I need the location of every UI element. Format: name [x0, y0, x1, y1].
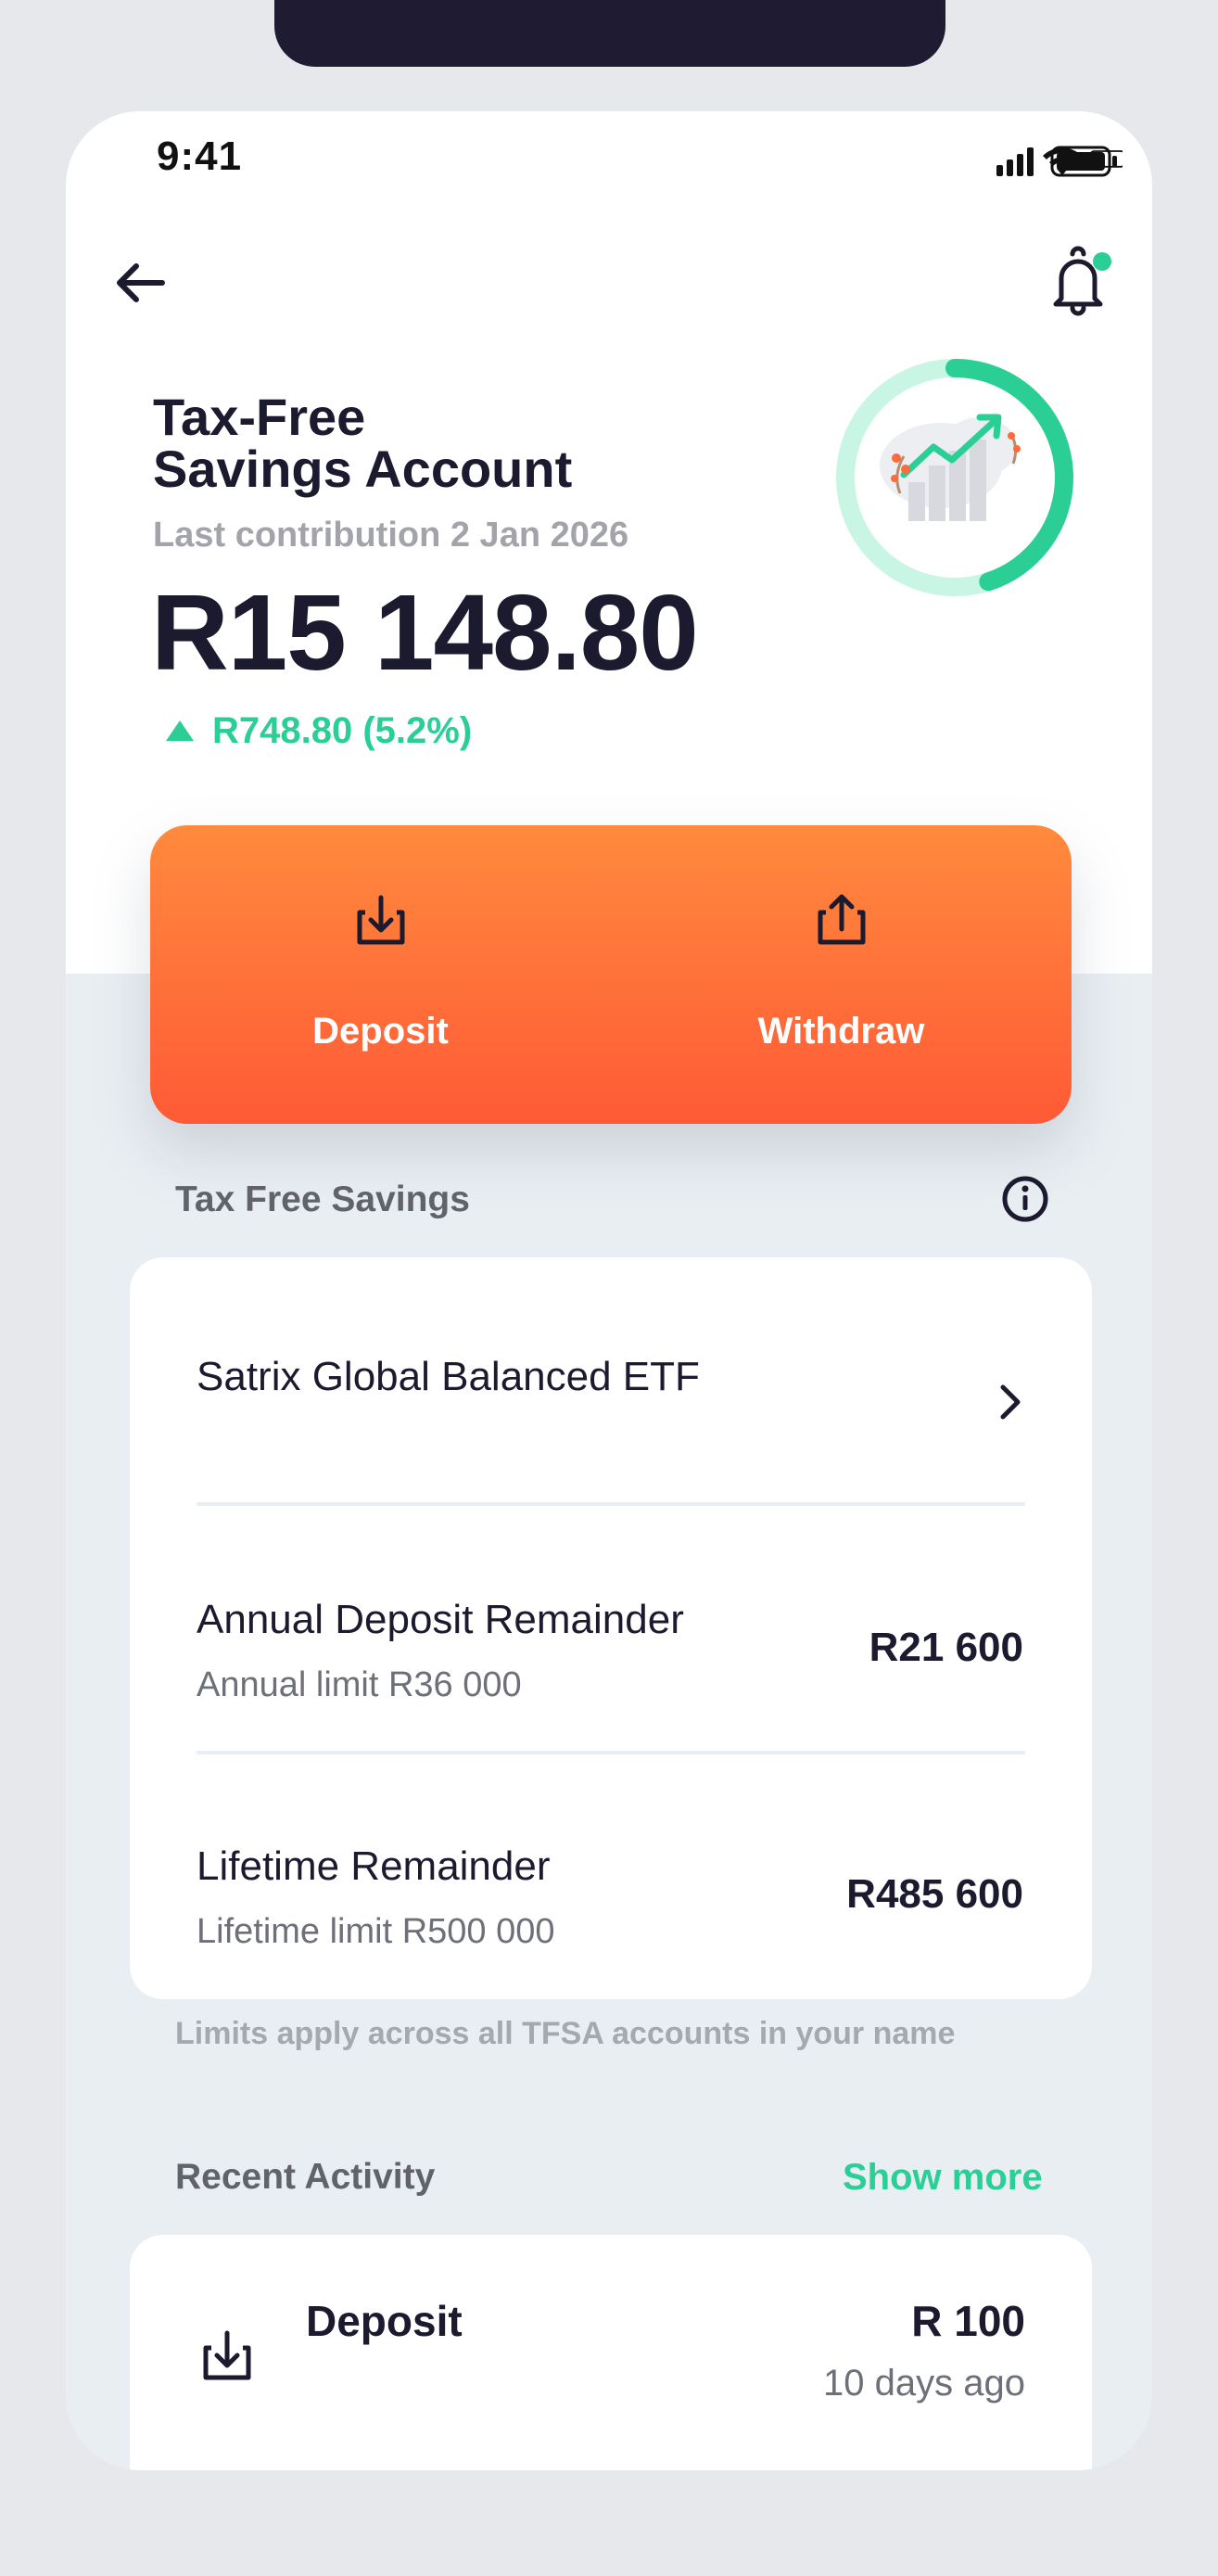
notification-dot [1093, 252, 1111, 271]
signal-icon [996, 147, 1034, 176]
deposit-button[interactable]: Deposit [150, 825, 611, 1124]
lifetime-remainder-row: Lifetime Remainder Lifetime limit R500 0… [130, 1754, 1092, 1999]
show-more-link[interactable]: Show more [843, 2157, 1043, 2199]
info-icon [1002, 1176, 1048, 1222]
back-button[interactable] [103, 246, 177, 320]
account-balance: R15 148.80 [151, 572, 699, 693]
arrow-left-icon [117, 263, 165, 302]
lifetime-limit: Lifetime limit R500 000 [197, 1912, 555, 1951]
last-contribution: Last contribution 2 Jan 2026 [153, 516, 629, 555]
balance-change-value: R748.80 (5.2%) [212, 709, 473, 751]
deposit-icon [203, 2330, 251, 2380]
status-time: 9:41 [157, 134, 243, 179]
bell-icon [1053, 246, 1111, 316]
withdraw-label: Withdraw [757, 1011, 925, 1052]
activity-title: Deposit [306, 2297, 463, 2345]
activity-card: Deposit R 100 10 days ago [130, 2235, 1092, 2470]
lifetime-remainder-amount: R485 600 [846, 1871, 1023, 1917]
phone-screen: 9:41 Tax-Free Savings Account Last contr… [66, 111, 1152, 2470]
tax-free-section-label: Tax Free Savings [175, 1180, 470, 1219]
title-line-1: Tax-Free [153, 388, 366, 446]
annual-remainder-title: Annual Deposit Remainder [197, 1597, 684, 1642]
deposit-label: Deposit [312, 1011, 449, 1052]
deposit-icon [357, 895, 405, 945]
page-title: Tax-Free Savings Account [153, 391, 572, 495]
fund-row[interactable]: Satrix Global Balanced ETF [130, 1257, 1092, 1504]
trend-up-icon [166, 721, 194, 741]
withdraw-icon [818, 894, 866, 945]
activity-item[interactable]: Deposit R 100 10 days ago [130, 2235, 1092, 2470]
activity-amount: R 100 [911, 2297, 1025, 2345]
device-notch [274, 0, 945, 67]
withdraw-button[interactable]: Withdraw [611, 825, 1072, 1124]
lifetime-remainder-title: Lifetime Remainder [197, 1843, 551, 1889]
battery-icon [1050, 146, 1117, 177]
recent-activity-label: Recent Activity [175, 2157, 436, 2197]
fund-name: Satrix Global Balanced ETF [197, 1354, 700, 1399]
deposit-withdraw-card: Deposit Withdraw [150, 825, 1072, 1124]
balance-change: R748.80 (5.2%) [166, 705, 472, 757]
notifications-button[interactable] [1039, 241, 1123, 325]
tax-free-card: Satrix Global Balanced ETF Annual Deposi… [130, 1257, 1092, 1999]
savings-progress-ring [831, 354, 1078, 601]
limits-footnote: Limits apply across all TFSA accounts in… [175, 2016, 956, 2051]
chevron-right-icon [1000, 1384, 1021, 1420]
title-line-2: Savings Account [153, 440, 573, 498]
annual-remainder-amount: R21 600 [869, 1625, 1023, 1670]
info-button[interactable] [1000, 1174, 1050, 1224]
activity-time: 10 days ago [823, 2363, 1025, 2404]
annual-remainder-row: Annual Deposit Remainder Annual limit R3… [130, 1506, 1092, 1753]
annual-limit: Annual limit R36 000 [197, 1665, 522, 1704]
